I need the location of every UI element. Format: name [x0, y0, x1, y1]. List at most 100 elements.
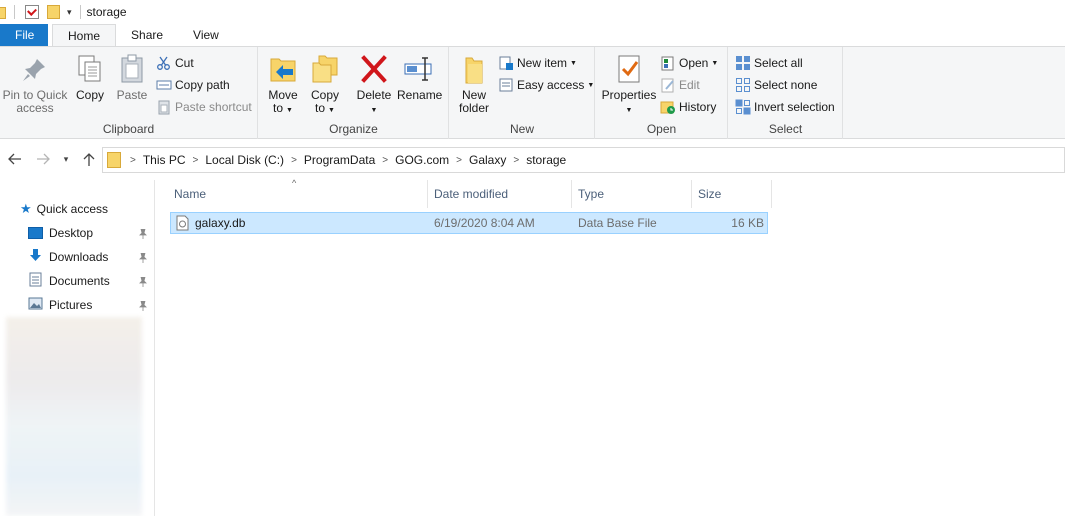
new-item-label: New item [517, 56, 568, 70]
forward-arrow-icon[interactable] [34, 149, 52, 169]
select-all-label: Select all [754, 56, 803, 70]
properties-icon [613, 53, 645, 85]
delete-label: Delete [356, 88, 392, 102]
copy-label: Copy [75, 88, 104, 102]
tab-file[interactable]: File [0, 24, 48, 46]
delete-button[interactable]: Delete ▼ [356, 53, 392, 117]
breadcrumb-programdata[interactable]: ProgramData [300, 153, 379, 167]
tab-view[interactable]: View [178, 24, 234, 46]
pin-icon [139, 300, 147, 311]
copy-to-label-to: to [315, 101, 326, 115]
clipboard-group: Pin to Quick access Copy Paste Cut Copy … [0, 47, 258, 139]
file-name: galaxy.db [195, 216, 246, 230]
file-date-modified: 6/19/2020 8:04 AM [434, 216, 535, 230]
sidebar-item-desktop[interactable]: Desktop [28, 222, 155, 244]
open-group: Properties ▼ Open ▼ Edit History Open [596, 47, 728, 139]
download-arrow-icon [28, 248, 43, 266]
table-row[interactable]: galaxy.db 6/19/2020 8:04 AM Data Base Fi… [170, 212, 768, 234]
history-button[interactable]: History [660, 97, 716, 117]
breadcrumb-storage[interactable]: storage [522, 153, 570, 167]
pictures-label: Pictures [49, 298, 93, 312]
pin-icon [139, 228, 147, 239]
column-header-date-modified[interactable]: Date modified [428, 180, 572, 208]
history-label: History [679, 100, 717, 114]
new-folder-quick-icon[interactable] [47, 5, 60, 19]
sidebar-item-quick-access[interactable]: ★ Quick access [20, 198, 108, 220]
new-item-button[interactable]: New item ▼ [498, 53, 577, 73]
paste-button[interactable]: Paste [114, 53, 150, 102]
column-header-type[interactable]: Type [572, 180, 692, 208]
copy-path-icon [156, 77, 172, 93]
sidebar-item-documents[interactable]: Documents [28, 270, 155, 292]
database-file-icon [176, 215, 189, 231]
history-icon [660, 99, 676, 115]
column-header-name[interactable]: Name [168, 180, 428, 208]
scissors-icon [156, 55, 172, 71]
easy-access-button[interactable]: Easy access ▼ [498, 75, 594, 95]
cut-button[interactable]: Cut [156, 53, 194, 73]
delete-caret-row: ▼ [356, 102, 392, 117]
open-group-label: Open [646, 122, 677, 136]
tab-home[interactable]: Home [52, 24, 117, 46]
paste-shortcut-label: Paste shortcut [175, 100, 252, 114]
organize-group-label: Organize [329, 122, 378, 136]
sidebar-item-downloads[interactable]: Downloads [28, 246, 155, 268]
properties-button[interactable]: Properties ▼ [600, 53, 658, 117]
move-to-icon [267, 53, 299, 85]
breadcrumb-this-pc[interactable]: This PC [139, 153, 190, 167]
title-separator [14, 5, 15, 19]
new-folder-label-line2: folder [458, 101, 490, 115]
dropdown-caret-icon: ▼ [328, 107, 335, 114]
breadcrumb-galaxy[interactable]: Galaxy [465, 153, 510, 167]
up-arrow-icon[interactable] [80, 149, 98, 169]
copy-icon [74, 53, 106, 85]
downloads-label: Downloads [49, 250, 109, 264]
pictures-icon [28, 296, 43, 314]
ribbon-tabs: File Home Share View [0, 24, 1065, 46]
copy-path-label: Copy path [175, 78, 230, 92]
tab-share[interactable]: Share [116, 24, 178, 46]
move-to-label-line2: to ▼ [265, 102, 301, 117]
move-to-button[interactable]: Move to ▼ [265, 53, 301, 117]
pin-icon [19, 53, 51, 85]
select-group: Select all Select none Invert selection … [729, 47, 843, 139]
breadcrumb-chevron-icon: > [291, 154, 297, 166]
select-all-button[interactable]: Select all [735, 53, 803, 73]
copy-to-button[interactable]: Copy to ▼ [307, 53, 343, 117]
sidebar-item-pictures[interactable]: Pictures [28, 294, 155, 316]
blurred-region [6, 317, 142, 516]
paste-shortcut-button[interactable]: Paste shortcut [156, 97, 252, 117]
rename-button[interactable]: Rename [397, 53, 442, 102]
dropdown-caret-icon: ▼ [625, 107, 633, 114]
recent-locations-chevron-icon[interactable]: ▾ [60, 149, 72, 169]
column-header-size[interactable]: Size [692, 180, 772, 208]
breadcrumb-chevron-icon: > [456, 154, 462, 166]
back-arrow-icon[interactable] [6, 149, 24, 169]
open-button[interactable]: Open ▼ [660, 53, 718, 73]
pin-icon [139, 252, 147, 263]
pin-label-line2: access [16, 101, 54, 115]
documents-label: Documents [49, 274, 110, 288]
address-bar[interactable]: > This PC > Local Disk (C:) > ProgramDat… [102, 147, 1065, 173]
copy-to-icon [309, 53, 341, 85]
customize-quick-access-icon[interactable]: ▾ [67, 7, 72, 18]
copy-path-button[interactable]: Copy path [156, 75, 230, 95]
copy-to-label-line2: to ▼ [307, 102, 343, 117]
paste-icon [116, 53, 148, 85]
documents-icon [28, 272, 43, 290]
title-separator [79, 5, 81, 19]
open-icon [660, 55, 676, 71]
copy-button[interactable]: Copy [72, 53, 108, 102]
pin-to-quick-access-button[interactable]: Pin to Quick access [2, 53, 68, 115]
edit-icon [660, 77, 676, 93]
properties-quick-icon[interactable] [25, 5, 39, 19]
select-group-label: Select [768, 122, 803, 136]
paste-label: Paste [116, 88, 148, 102]
quick-access-label: Quick access [36, 202, 109, 216]
breadcrumb-local-disk[interactable]: Local Disk (C:) [201, 153, 288, 167]
invert-selection-button[interactable]: Invert selection [735, 97, 835, 117]
new-folder-button[interactable]: New folder [456, 53, 492, 115]
select-none-button[interactable]: Select none [735, 75, 817, 95]
edit-button[interactable]: Edit [660, 75, 700, 95]
breadcrumb-gog[interactable]: GOG.com [391, 153, 453, 167]
